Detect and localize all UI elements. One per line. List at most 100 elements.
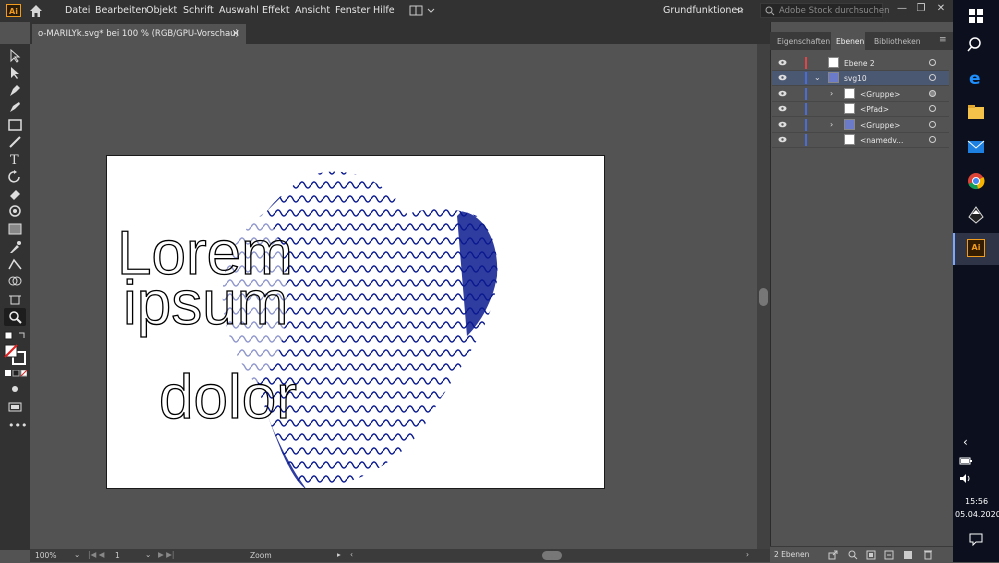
type-tool-icon[interactable]: T — [7, 152, 23, 166]
mail-icon[interactable] — [966, 137, 986, 157]
file-explorer-icon[interactable] — [966, 102, 986, 122]
swap-colors-icon[interactable] — [4, 331, 26, 341]
zoom-level[interactable]: 100% — [35, 551, 56, 560]
paintbrush-tool-icon[interactable] — [7, 135, 23, 149]
direct-selection-tool-icon[interactable] — [7, 66, 23, 80]
layer-name[interactable]: <Pfad> — [860, 105, 889, 114]
more-tools-icon[interactable]: ••• — [8, 419, 27, 432]
close-button[interactable]: ✕ — [933, 3, 949, 17]
inkscape-icon[interactable] — [966, 205, 986, 225]
home-icon[interactable] — [28, 3, 44, 19]
battery-icon[interactable] — [959, 456, 973, 466]
layer-name[interactable]: <Gruppe> — [860, 121, 900, 130]
blend-tool-icon[interactable] — [7, 257, 23, 271]
target-icon[interactable] — [929, 90, 936, 97]
draw-mode-icon[interactable] — [7, 382, 23, 396]
pen-tool-icon[interactable] — [7, 83, 23, 97]
shape-builder-tool-icon[interactable] — [7, 274, 23, 288]
vertical-scroll-thumb[interactable] — [759, 288, 768, 306]
menu-bearbeiten[interactable]: Bearbeiten — [95, 5, 147, 16]
status-menu-icon[interactable]: ▸ — [337, 550, 341, 559]
chevron-down-icon[interactable] — [736, 8, 744, 14]
close-tab-icon[interactable]: × — [232, 28, 240, 39]
artboard[interactable]: Lorem ipsum dolor — [106, 155, 605, 489]
layer-row[interactable]: ⌄ svg10 — [772, 71, 949, 86]
curvature-tool-icon[interactable] — [7, 100, 23, 114]
layer-row[interactable]: › <Gruppe> — [772, 87, 949, 102]
eye-icon[interactable] — [778, 90, 787, 97]
gradient-tool-icon[interactable] — [7, 222, 23, 236]
artboard-dropdown-icon[interactable]: ⌄ — [145, 550, 151, 559]
layer-name[interactable]: <namedv... — [860, 136, 903, 145]
selection-tool-icon[interactable] — [7, 49, 23, 63]
artboard-tool-icon[interactable] — [7, 292, 23, 306]
vertical-scrollbar[interactable] — [757, 44, 770, 549]
tab-eigenschaften[interactable]: Eigenschaften — [777, 37, 830, 46]
volume-icon[interactable] — [959, 473, 973, 484]
chevron-right-icon[interactable]: › — [830, 89, 833, 98]
layer-name[interactable]: Ebene 2 — [844, 59, 875, 68]
tab-bibliotheken[interactable]: Bibliotheken — [874, 37, 921, 46]
chevron-left-icon[interactable]: ‹ — [963, 435, 968, 449]
illustrator-icon[interactable]: Ai — [967, 239, 985, 257]
locate-object-icon[interactable] — [848, 550, 858, 560]
menu-effekt[interactable]: Effekt — [262, 5, 290, 16]
clock-time[interactable]: 15:56 — [965, 497, 988, 506]
clipping-mask-icon[interactable] — [866, 550, 876, 560]
new-layer-icon[interactable] — [903, 550, 913, 560]
warp-tool-icon[interactable] — [7, 204, 23, 218]
layer-row[interactable]: Ebene 2 — [772, 56, 949, 71]
chevron-down-icon[interactable]: ⌄ — [814, 73, 821, 82]
search-icon[interactable] — [966, 35, 986, 55]
eraser-tool-icon[interactable] — [7, 187, 23, 201]
document-tab[interactable]: o-MARILYk.svg* bei 100 % (RGB/GPU-Vorsch… — [32, 24, 246, 44]
first-artboard-icon[interactable]: |◀ ◀ — [88, 550, 104, 559]
layer-row[interactable]: <Pfad> — [772, 102, 949, 117]
horizontal-scroll-thumb[interactable] — [542, 551, 562, 560]
menu-hilfe[interactable]: Hilfe — [373, 5, 395, 16]
menu-schrift[interactable]: Schrift — [183, 5, 214, 16]
eyedropper-tool-icon[interactable] — [7, 240, 23, 254]
zoom-tool-icon[interactable] — [7, 310, 23, 324]
export-icon[interactable] — [828, 550, 838, 560]
artboard-number[interactable]: 1 — [115, 551, 120, 560]
zoom-dropdown-icon[interactable]: ⌄ — [74, 550, 80, 559]
minimize-button[interactable]: — — [894, 3, 910, 17]
layer-name[interactable]: <Gruppe> — [860, 90, 900, 99]
rectangle-tool-icon[interactable] — [7, 118, 23, 132]
eye-icon[interactable] — [778, 74, 787, 81]
layer-row[interactable]: › <Gruppe> — [772, 118, 949, 133]
layer-row[interactable]: <namedv... — [772, 133, 949, 148]
notifications-icon[interactable] — [969, 533, 983, 546]
restore-button[interactable]: ❐ — [913, 3, 929, 17]
menu-ansicht[interactable]: Ansicht — [295, 5, 330, 16]
target-icon[interactable] — [929, 136, 936, 143]
chrome-icon[interactable] — [966, 171, 986, 191]
target-icon[interactable] — [929, 74, 936, 81]
screen-mode-icon[interactable] — [7, 400, 23, 414]
menu-datei[interactable]: Datei — [65, 5, 90, 16]
windows-start-icon[interactable] — [966, 6, 986, 26]
status-mode[interactable]: Zoom — [250, 551, 272, 560]
scroll-right-icon[interactable]: › — [746, 550, 749, 559]
eye-icon[interactable] — [778, 136, 787, 143]
menu-auswahl[interactable]: Auswahl — [219, 5, 259, 16]
color-mode-icons[interactable] — [5, 370, 27, 378]
target-icon[interactable] — [929, 59, 936, 66]
trash-icon[interactable] — [923, 549, 933, 560]
target-icon[interactable] — [929, 121, 936, 128]
layer-name[interactable]: svg10 — [844, 74, 867, 83]
new-sublayer-icon[interactable] — [884, 550, 894, 560]
eye-icon[interactable] — [778, 105, 787, 112]
scroll-left-icon[interactable]: ‹ — [350, 550, 353, 559]
target-icon[interactable] — [929, 105, 936, 112]
clock-date[interactable]: 05.04.2020 — [955, 510, 999, 519]
stock-search[interactable]: Adobe Stock durchsuchen — [760, 3, 889, 18]
chevron-right-icon[interactable]: › — [830, 120, 833, 129]
eye-icon[interactable] — [778, 121, 787, 128]
menu-fenster[interactable]: Fenster — [335, 5, 370, 16]
search-input[interactable]: Adobe Stock durchsuchen — [779, 6, 889, 16]
arrange-documents-icon[interactable] — [409, 5, 435, 17]
next-artboard-icon[interactable]: ▶ ▶| — [158, 550, 174, 559]
menu-objekt[interactable]: Objekt — [146, 5, 177, 16]
